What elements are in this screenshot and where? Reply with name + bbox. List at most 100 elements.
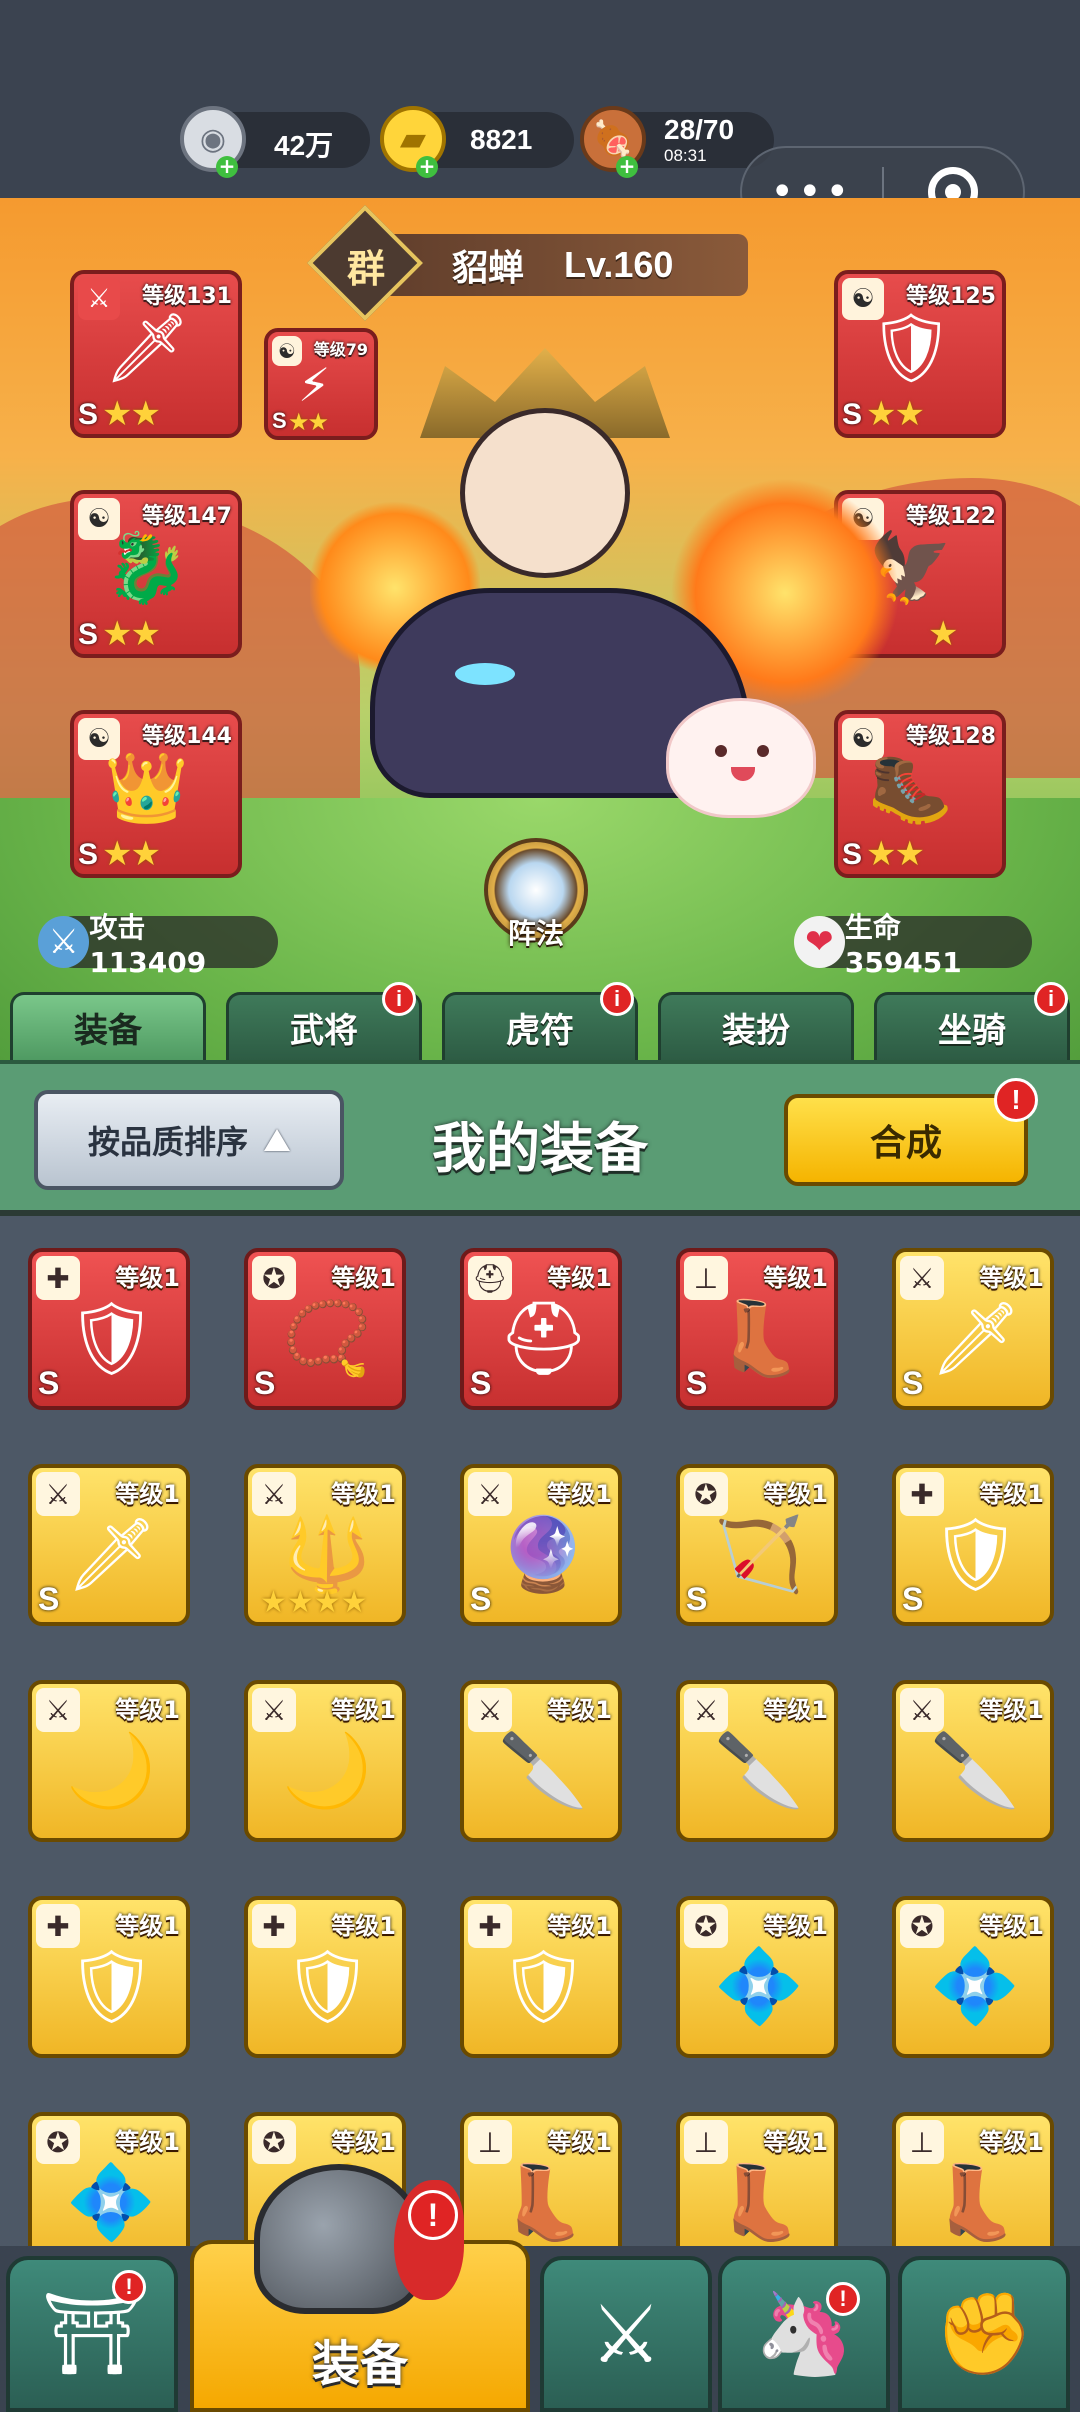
hp-value: 生命359451 <box>844 910 962 979</box>
formation-label[interactable]: 阵法 <box>470 912 602 952</box>
gold-value: 8821 <box>470 124 533 155</box>
curved-blade-icon: 🌙 <box>66 1728 156 1812</box>
item-level: 等级1 <box>979 1480 1044 1508</box>
boot-icon: 👢 <box>714 2160 804 2244</box>
shop-notification-badge: ! <box>112 2270 146 2304</box>
equipment-item[interactable]: ⚔ 等级1 🔱 ★★★★ <box>244 1464 406 1626</box>
sort-by-quality-button[interactable]: 按品质排序 <box>34 1090 344 1190</box>
equipment-item[interactable]: ✚ 等级1 🛡 <box>244 1896 406 2058</box>
merge-notification-badge: ! <box>994 1078 1038 1122</box>
hero-name-banner: 群 貂蝉 Lv.160 <box>307 205 748 321</box>
nav-shop[interactable]: ⛩ <box>6 2256 178 2412</box>
nav-upgrade[interactable]: ✊ <box>898 2256 1070 2412</box>
equipment-item[interactable]: ⊥ 等级1 👢 <box>892 2112 1054 2246</box>
equipment-notification-badge: ! <box>408 2190 458 2240</box>
equipment-item[interactable]: ⚔ 等级1 🌙 <box>28 1680 190 1842</box>
slot-stars: ★ <box>928 614 959 654</box>
add-silver-icon[interactable]: + <box>216 156 238 178</box>
equipment-item[interactable]: ⚔ 等级1 🔪 <box>460 1680 622 1842</box>
silver-resource[interactable]: ◉ + 42万 <box>180 106 370 178</box>
item-grade: S <box>38 1581 60 1617</box>
slot-grade: S <box>78 838 99 871</box>
boot-icon: 👢 <box>498 2160 588 2244</box>
item-type-icon: ⚔ <box>900 1256 944 1300</box>
mount-notification-badge: i <box>1034 982 1068 1016</box>
slot-stars: ★★ <box>866 834 925 874</box>
equipment-item[interactable]: ✪ 等级1 💠 <box>676 1896 838 2058</box>
equipment-item[interactable]: ⚔ 等级1 🔮 S <box>460 1464 622 1626</box>
equip-slot-mount[interactable]: ☯ 等级147 🐉 S ★★ <box>70 490 242 658</box>
equipment-item[interactable]: ✪ 等级1 💠 <box>892 1896 1054 2058</box>
equip-slot-armor[interactable]: ☯ 等级125 🛡 S ★★ <box>834 270 1006 438</box>
top-bar: ◉ + 42万 ▰ + 8821 🍖 + 28/70 08:31 ••• <box>0 0 1080 238</box>
equipment-item[interactable]: ✚ 等级1 🛡 <box>460 1896 622 2058</box>
item-type-icon: ✪ <box>900 1904 944 1948</box>
hero-level: Lv.160 <box>564 244 674 285</box>
item-type-icon: ✚ <box>468 1904 512 1948</box>
slot-stars: ★★ <box>102 614 161 654</box>
equipment-item[interactable]: ⛑ 等级1 ⛑ S <box>460 1248 622 1410</box>
bun-pet[interactable] <box>666 698 816 818</box>
item-type-icon: ✚ <box>900 1472 944 1516</box>
tab-costume[interactable]: 装扮 <box>658 992 854 1060</box>
attack-stat: ⚔ 攻击113409 <box>38 911 278 979</box>
gold-resource[interactable]: ▰ + 8821 <box>380 106 574 178</box>
item-level: 等级1 <box>115 1696 180 1724</box>
hp-stat: ❤ 生命359451 <box>794 911 1032 979</box>
tab-bar: 装备 武将 虎符 装扮 坐骑 i i i <box>0 982 1080 1060</box>
slot-grade: S <box>842 398 863 431</box>
armor-icon: 🛡 <box>66 1296 158 1380</box>
broadsword-icon: 🔪 <box>714 1728 804 1812</box>
equip-slot-crown[interactable]: ☯ 等级144 👑 S ★★ <box>70 710 242 878</box>
add-gold-icon[interactable]: + <box>416 156 438 178</box>
crossed-swords-icon: ⚔ <box>590 2287 662 2381</box>
nav-pets[interactable]: 🦄 <box>718 2256 890 2412</box>
tab-equipment[interactable]: 装备 <box>10 992 206 1060</box>
scimitar-icon: 🗡 <box>930 1296 1022 1380</box>
equipment-item[interactable]: ⊥ 等级1 👢 S <box>676 1248 838 1410</box>
tab-label: 坐骑 <box>938 1011 1006 1051</box>
equipment-item[interactable]: ⊥ 等级1 👢 <box>460 2112 622 2246</box>
equipment-item[interactable]: ⚔ 等级1 🗡 S <box>28 1464 190 1626</box>
item-type-icon: ✪ <box>252 1256 296 1300</box>
nav-equipment[interactable]: 装备 <box>190 2164 530 2412</box>
item-level: 等级1 <box>763 1696 828 1724</box>
armor-icon: 🛡 <box>66 1944 158 2028</box>
item-type-icon: ⊥ <box>684 2120 728 2164</box>
equip-slot-boots[interactable]: ☯ 等级128 🥾 S ★★ <box>834 710 1006 878</box>
hero-face <box>460 408 630 578</box>
equipment-item[interactable]: ⚔ 等级1 🗡 S <box>892 1248 1054 1410</box>
slot-level: 等级131 <box>142 284 232 309</box>
add-stamina-icon[interactable]: + <box>616 156 638 178</box>
equipment-item[interactable]: ✪ 等级1 💠 <box>28 2112 190 2246</box>
merge-button[interactable]: 合成 <box>784 1094 1028 1186</box>
equipment-item[interactable]: ⚔ 等级1 🔪 <box>892 1680 1054 1842</box>
bow-icon: 🏹 <box>714 1512 804 1596</box>
slot-grade: S <box>78 398 99 431</box>
equipment-item[interactable]: ⊥ 等级1 👢 <box>676 2112 838 2246</box>
equipment-item[interactable]: ✚ 等级1 🛡 S <box>892 1464 1054 1626</box>
equipment-item[interactable]: ✪ 等级1 📿 S <box>244 1248 406 1410</box>
jade-pendant-icon: 💠 <box>714 1944 804 2028</box>
slot-stars: ★★ <box>102 834 161 874</box>
item-type-icon: ⚔ <box>252 1472 296 1516</box>
fist-upgrade-icon: ✊ <box>934 2287 1034 2380</box>
equip-slot-weapon[interactable]: ⚔ 等级131 🗡 S ★★ <box>70 270 242 438</box>
item-level: 等级1 <box>115 2128 180 2156</box>
equipment-item[interactable]: ⚔ 等级1 🌙 <box>244 1680 406 1842</box>
boot-icon: 👢 <box>930 2160 1020 2244</box>
slot-level: 等级144 <box>142 724 232 749</box>
equipment-item[interactable]: ✪ 等级1 🏹 S <box>676 1464 838 1626</box>
equipment-item[interactable]: ✚ 等级1 🛡 S <box>28 1248 190 1410</box>
nav-battle[interactable]: ⚔ <box>540 2256 712 2412</box>
item-level: 等级1 <box>763 1264 828 1292</box>
item-level: 等级1 <box>331 1264 396 1292</box>
merge-label: 合成 <box>869 1123 942 1164</box>
item-level: 等级1 <box>115 1264 180 1292</box>
ice-dragon-icon: 🐉 <box>104 529 189 608</box>
stamina-resource[interactable]: 🍖 + 28/70 08:31 <box>580 106 774 178</box>
equipment-item[interactable]: ⚔ 等级1 🔪 <box>676 1680 838 1842</box>
item-type-icon: ⊥ <box>900 2120 944 2164</box>
item-level: 等级1 <box>547 1696 612 1724</box>
equipment-item[interactable]: ✚ 等级1 🛡 <box>28 1896 190 2058</box>
